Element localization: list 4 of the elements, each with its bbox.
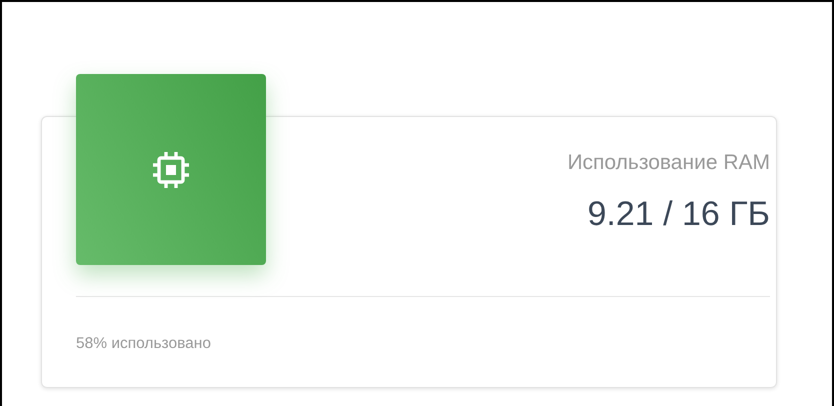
ram-value: 9.21 / 16 ГБ [586,195,770,234]
card-title: Использование RAM [567,151,770,175]
chip-icon [151,150,191,190]
usage-text: 58% использовано [76,335,211,352]
